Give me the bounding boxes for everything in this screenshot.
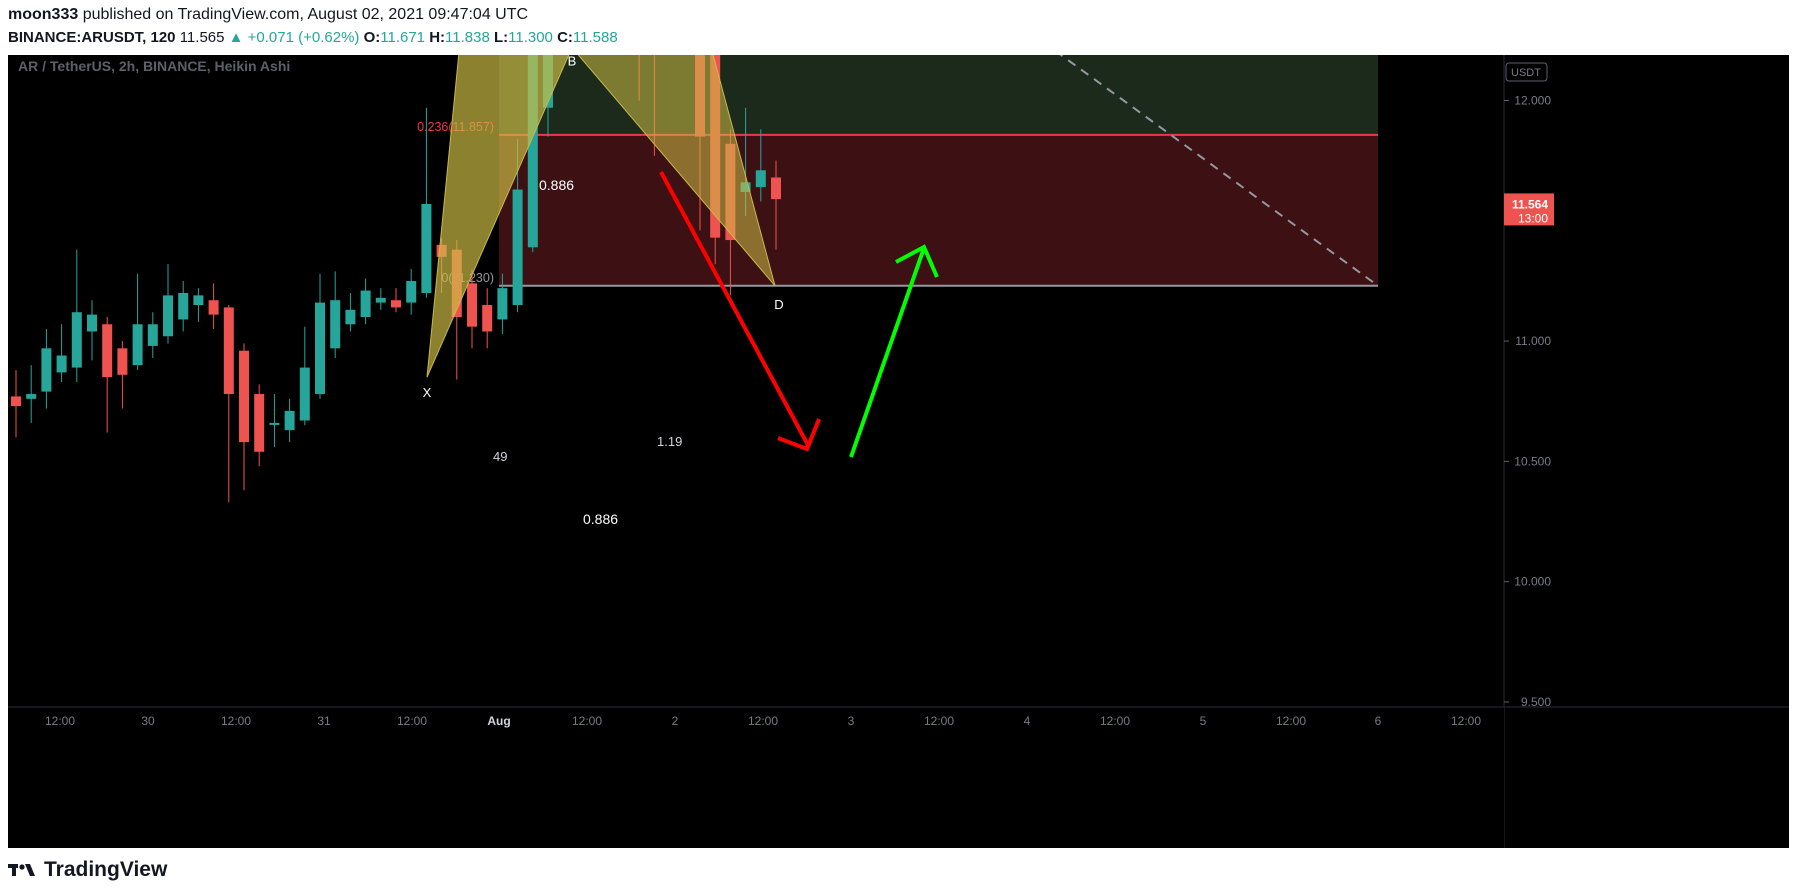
y-tick-label: 11.000 <box>1515 334 1551 348</box>
currency-label: USDT <box>1511 67 1541 79</box>
y-tick-label: 9.500 <box>1521 695 1551 709</box>
candle-body[interactable] <box>330 300 341 349</box>
candle-body[interactable] <box>512 189 523 306</box>
candle-body[interactable] <box>391 300 401 308</box>
candle-body[interactable] <box>147 324 158 346</box>
tradingview-logo-icon <box>8 864 35 876</box>
ratio-label-xd: 0.886 <box>583 511 618 527</box>
y-tick-label: 12.000 <box>1514 94 1551 108</box>
candle-body[interactable] <box>132 324 143 366</box>
candle-body[interactable] <box>178 292 189 320</box>
candle-body[interactable] <box>269 422 280 425</box>
candle-body[interactable] <box>299 367 310 421</box>
high-label: H: <box>429 29 446 46</box>
x-tick-label: 12:00 <box>221 714 251 728</box>
candle-body[interactable] <box>284 410 295 431</box>
x-tick-label: 12:00 <box>748 714 778 728</box>
time-scale[interactable] <box>8 707 1504 848</box>
x-tick-label: 4 <box>1024 714 1031 728</box>
current-price-value: 11.564 <box>1512 197 1548 211</box>
close-value: 11.588 <box>572 29 618 46</box>
open-value: 11.671 <box>380 29 426 46</box>
ratio-label-ac: 0.886 <box>539 177 574 193</box>
candle-body[interactable] <box>102 324 113 378</box>
footer-brand[interactable]: TradingView <box>44 858 167 882</box>
candle-body[interactable] <box>163 295 173 337</box>
candle-body[interactable] <box>771 177 781 200</box>
price-chart[interactable]: 1(13.888)0.786(13.319)0.618(12.873)0.5(1… <box>8 0 1789 848</box>
candle-body[interactable] <box>56 355 67 373</box>
candle-body[interactable] <box>254 394 265 452</box>
candle-body[interactable] <box>87 314 97 332</box>
open-label: O: <box>363 29 381 46</box>
candle-body[interactable] <box>26 394 37 399</box>
close-label: C: <box>557 29 573 46</box>
price-change: ▲ +0.071 (+0.62%) <box>228 29 360 46</box>
low-value: 11.300 <box>508 29 553 46</box>
x-tick-label: 3 <box>848 714 855 728</box>
candle-body[interactable] <box>223 307 234 395</box>
candle-body[interactable] <box>482 305 493 332</box>
symbol-label: BINANCE:ARUSDT, 120 <box>8 29 176 46</box>
x-tick-label: 6 <box>1375 714 1382 728</box>
candle-body[interactable] <box>208 300 219 315</box>
candle-body[interactable] <box>41 348 52 392</box>
x-tick-label: 12:00 <box>1276 714 1306 728</box>
low-label: L: <box>493 29 509 46</box>
candle-body[interactable] <box>315 302 325 395</box>
x-tick-label: 31 <box>317 714 331 728</box>
ratio-label-bd: 1.19 <box>657 434 682 449</box>
y-tick-label: 10.000 <box>1514 575 1551 589</box>
chart-area[interactable]: 1(13.888)0.786(13.319)0.618(12.873)0.5(1… <box>8 0 1789 848</box>
pattern-point-label: D <box>774 297 783 312</box>
ratio-label-xb: 49 <box>493 449 507 464</box>
symbol-info: BINANCE:ARUSDT, 120 11.565 ▲ +0.071 (+0.… <box>8 29 618 46</box>
candle-body[interactable] <box>406 280 417 303</box>
last-price: 11.565 <box>179 29 225 46</box>
x-tick-label: 12:00 <box>397 714 427 728</box>
candle-body[interactable] <box>421 203 432 293</box>
candle-body[interactable] <box>193 295 204 306</box>
current-price-countdown: 13:00 <box>1518 211 1548 225</box>
candle-body[interactable] <box>497 288 508 320</box>
x-tick-label: 12:00 <box>572 714 602 728</box>
candle-body[interactable] <box>360 290 371 318</box>
x-tick-label: 30 <box>141 714 155 728</box>
candle-body[interactable] <box>467 283 477 327</box>
author-name[interactable]: moon333 <box>8 6 78 23</box>
candle-body[interactable] <box>239 350 249 443</box>
chart-legend: AR / TetherUS, 2h, BINANCE, Heikin Ashi <box>18 58 290 74</box>
published-text: published on TradingView.com, August 02,… <box>82 6 529 23</box>
candle-body[interactable] <box>117 348 128 375</box>
publish-info: moon333 published on TradingView.com, Au… <box>8 6 528 24</box>
fib-band <box>499 134 1378 286</box>
candle-body[interactable] <box>755 170 766 188</box>
pattern-point-label: B <box>568 55 577 69</box>
x-tick-label: 2 <box>672 714 679 728</box>
y-tick-label: 10.500 <box>1514 454 1551 468</box>
x-tick-label: 12:00 <box>45 714 75 728</box>
candle-body[interactable] <box>71 312 82 368</box>
x-tick-label: 12:00 <box>924 714 954 728</box>
candle-body[interactable] <box>345 309 356 325</box>
candle-body[interactable] <box>11 396 21 407</box>
footer: TradingView <box>8 858 167 882</box>
pattern-point-label: X <box>423 385 432 400</box>
x-tick-label: 5 <box>1200 714 1207 728</box>
x-tick-label: 12:00 <box>1451 714 1481 728</box>
x-tick-label: Aug <box>487 714 510 728</box>
x-tick-label: 12:00 <box>1100 714 1130 728</box>
high-value: 11.838 <box>445 29 490 46</box>
price-scale[interactable] <box>1504 55 1789 848</box>
candle-body[interactable] <box>375 297 386 303</box>
